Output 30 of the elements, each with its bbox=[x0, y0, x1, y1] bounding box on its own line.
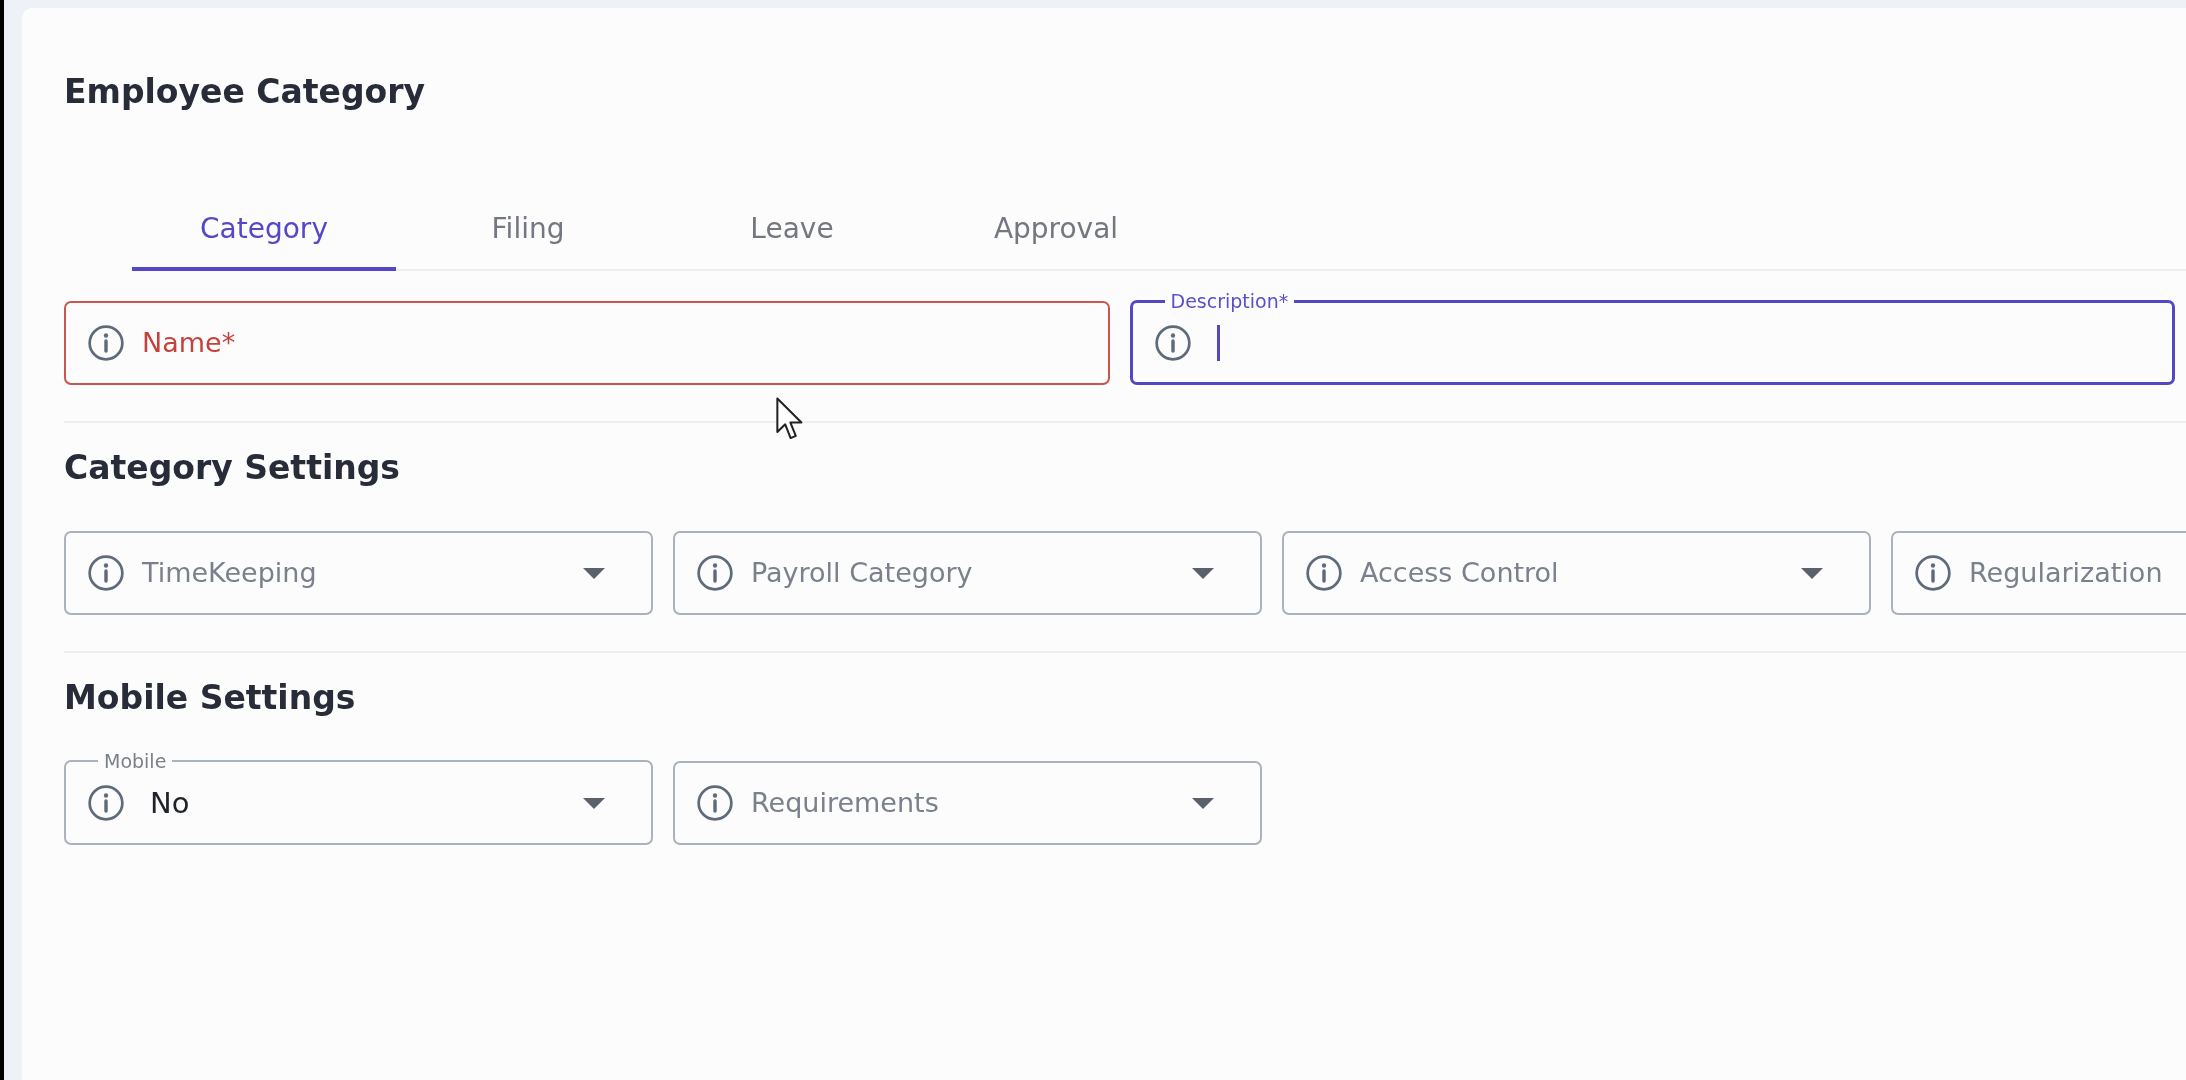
caret-down-icon bbox=[583, 567, 605, 579]
dropdown[interactable]: TimeKeeping bbox=[64, 531, 653, 615]
info-icon bbox=[1915, 555, 1951, 591]
caret-down-icon bbox=[1192, 567, 1214, 579]
info-icon bbox=[1306, 555, 1342, 591]
info-icon bbox=[88, 555, 124, 591]
section-heading: Mobile Settings bbox=[64, 678, 356, 718]
info-icon bbox=[697, 785, 733, 821]
dropdown[interactable]: Access Control bbox=[1282, 531, 1871, 615]
caret-down-icon bbox=[583, 797, 605, 809]
dropdown[interactable]: Requirements bbox=[673, 761, 1262, 845]
mouse-pointer-icon bbox=[776, 397, 803, 440]
tab[interactable]: Category bbox=[132, 209, 396, 271]
text-field[interactable]: Description* bbox=[1129, 290, 2175, 385]
caret-down-icon bbox=[1192, 797, 1214, 809]
tab[interactable]: Leave bbox=[660, 209, 924, 271]
tab[interactable]: Approval bbox=[924, 209, 1188, 271]
dropdown[interactable]: Mobile No bbox=[64, 750, 653, 845]
info-icon bbox=[88, 325, 124, 361]
info-icon bbox=[88, 785, 124, 821]
section-heading: Category Settings bbox=[64, 448, 400, 488]
caret-down-icon bbox=[1801, 567, 1823, 579]
text-cursor bbox=[1216, 325, 1220, 361]
info-icon bbox=[1154, 325, 1191, 361]
dropdown[interactable]: Payroll Category bbox=[673, 531, 1262, 615]
tab[interactable]: Filing bbox=[396, 209, 660, 271]
dropdown[interactable]: Regularization bbox=[1891, 531, 2186, 615]
text-field[interactable]: Name* bbox=[64, 301, 1110, 385]
page-title: Employee Category bbox=[64, 72, 426, 112]
info-icon bbox=[697, 555, 733, 591]
